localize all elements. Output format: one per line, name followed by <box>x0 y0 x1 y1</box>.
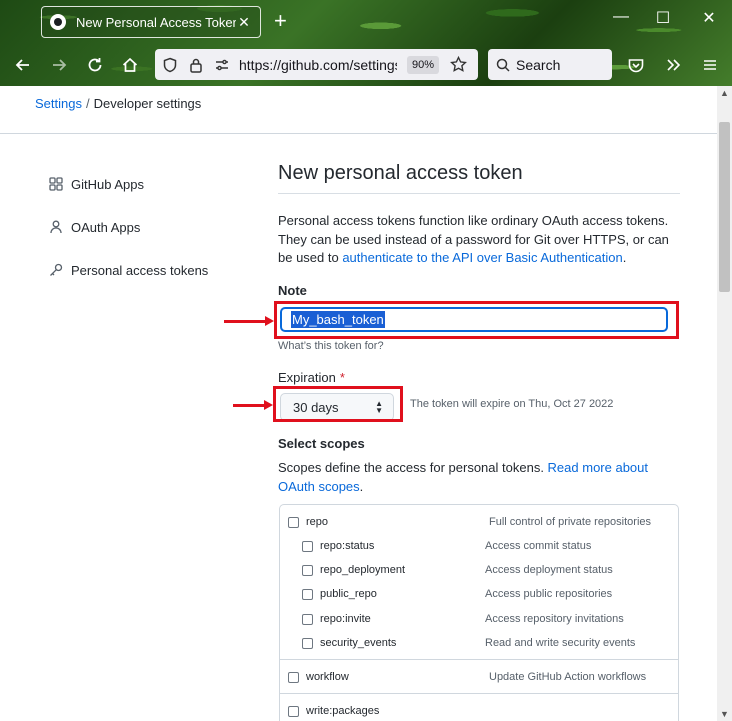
maximize-icon[interactable]: ☐ <box>648 8 678 28</box>
github-favicon-icon <box>50 14 66 30</box>
scope-row-write-packages[interactable]: write:packages <box>288 705 379 717</box>
zoom-level[interactable]: 90% <box>407 55 440 74</box>
annotation-arrow-icon <box>224 316 274 326</box>
basic-auth-link[interactable]: authenticate to the API over Basic Authe… <box>342 250 622 265</box>
scope-name: repo_deployment <box>320 564 406 576</box>
scope-row-repo-invite[interactable]: repo:invite <box>302 613 371 625</box>
home-icon[interactable] <box>117 52 143 78</box>
scopes-title: Select scopes <box>278 436 365 451</box>
shield-icon[interactable] <box>159 54 181 76</box>
key-icon <box>48 262 64 278</box>
minimize-icon[interactable]: — <box>606 8 636 26</box>
browser-tab[interactable]: New Personal Access Token ✕ <box>41 6 261 38</box>
scroll-thumb[interactable] <box>719 122 730 292</box>
sidebar-item-oauth-apps[interactable]: OAuth Apps <box>48 219 140 235</box>
scope-desc: Access deployment status <box>485 564 613 576</box>
scroll-up-icon[interactable]: ▲ <box>717 88 732 98</box>
scope-checkbox[interactable] <box>302 588 313 600</box>
annotation-note-box <box>274 301 679 339</box>
new-tab-icon[interactable]: + <box>274 9 287 33</box>
sidebar-item-github-apps[interactable]: GitHub Apps <box>48 176 144 192</box>
scope-name: workflow <box>306 671 349 683</box>
pocket-icon[interactable] <box>623 52 649 78</box>
scope-group-divider <box>280 659 678 660</box>
url-text[interactable]: https://github.com/settings/tokens/new <box>239 57 397 73</box>
sidebar-item-label: OAuth Apps <box>71 219 141 235</box>
page-content: Settings / Developer settings GitHub Apps … <box>0 86 717 721</box>
token-description: Personal access tokens function like ord… <box>278 212 680 268</box>
tab-close-icon[interactable]: ✕ <box>236 14 252 31</box>
scope-checkbox[interactable] <box>288 516 299 528</box>
forward-icon[interactable] <box>46 52 72 78</box>
scope-row-security-events[interactable]: security_events <box>302 637 396 649</box>
scroll-down-icon[interactable]: ▼ <box>717 709 732 719</box>
scope-name: repo <box>306 516 329 528</box>
back-icon[interactable] <box>10 52 36 78</box>
breadcrumb-bar: Settings / Developer settings <box>0 86 717 134</box>
breadcrumb-separator: / <box>85 96 90 111</box>
sidebar-item-label: Personal access tokens <box>71 262 209 278</box>
breadcrumb: Settings / Developer settings <box>35 96 201 111</box>
annotation-arrow-icon <box>233 400 273 410</box>
scope-checkbox[interactable] <box>302 540 313 552</box>
scope-checkbox[interactable] <box>302 564 313 576</box>
scope-desc: Update GitHub Action workflows <box>489 671 647 683</box>
apps-grid-icon <box>48 176 64 192</box>
scope-row-workflow[interactable]: workflow <box>288 671 349 683</box>
scope-group-divider <box>280 693 678 694</box>
browser-chrome: New Personal Access Token ✕ + — ☐ ✕ http… <box>0 0 732 86</box>
scopes-desc-end: . <box>359 479 364 494</box>
scope-row-public-repo[interactable]: public_repo <box>302 588 377 600</box>
permissions-icon[interactable] <box>211 54 233 76</box>
expiration-label-text: Expiration <box>278 370 336 385</box>
scope-desc: Access repository invitations <box>485 613 624 625</box>
scope-row-repo[interactable]: repo <box>288 516 328 528</box>
search-placeholder: Search <box>516 56 561 73</box>
scope-name: public_repo <box>320 588 377 600</box>
scope-checkbox[interactable] <box>288 705 299 717</box>
lock-icon[interactable] <box>185 54 207 76</box>
scope-desc: Access public repositories <box>485 588 613 600</box>
description-end: . <box>622 250 627 265</box>
url-bar[interactable]: https://github.com/settings/tokens/new 9… <box>155 49 478 80</box>
hamburger-menu-icon[interactable] <box>697 52 723 78</box>
scopes-description: Scopes define the access for personal to… <box>278 458 680 496</box>
note-hint: What’s this token for? <box>278 340 384 352</box>
close-window-icon[interactable]: ✕ <box>694 8 724 28</box>
search-icon <box>496 58 510 72</box>
scope-row-repo-deployment[interactable]: repo_deployment <box>302 564 405 576</box>
breadcrumb-current: Developer settings <box>93 96 202 111</box>
tab-title: New Personal Access Token <box>76 14 236 30</box>
scope-desc: Read and write security events <box>485 637 636 649</box>
extensions-overflow-icon[interactable] <box>660 52 686 78</box>
scope-desc: Access commit status <box>485 540 592 552</box>
breadcrumb-settings-link[interactable]: Settings <box>35 96 82 111</box>
expiration-label: Expiration * <box>278 370 345 385</box>
search-bar[interactable]: Search <box>488 49 612 80</box>
expiration-note: The token will expire on Thu, Oct 27 202… <box>410 398 614 410</box>
person-icon <box>48 219 64 235</box>
page-scrollbar[interactable]: ▲ ▼ <box>717 86 732 721</box>
scope-checkbox[interactable] <box>288 671 299 683</box>
annotation-expiration-box <box>273 386 403 422</box>
scope-checkbox[interactable] <box>302 613 313 625</box>
scope-row-repo-status[interactable]: repo:status <box>302 540 374 552</box>
reload-icon[interactable] <box>82 52 108 78</box>
scope-name: security_events <box>320 637 397 649</box>
scope-checkbox[interactable] <box>302 637 313 649</box>
bookmark-star-icon[interactable] <box>447 54 469 76</box>
scope-name: repo:invite <box>320 613 371 625</box>
sidebar-item-personal-access-tokens[interactable]: Personal access tokens <box>48 262 208 278</box>
page-title: New personal access token <box>278 162 680 194</box>
scope-desc: Full control of private repositories <box>489 516 652 528</box>
sidebar-item-label: GitHub Apps <box>71 176 144 192</box>
scope-name: write:packages <box>306 705 380 717</box>
note-label: Note <box>278 283 307 298</box>
required-asterisk: * <box>339 370 345 385</box>
scopes-table: repo Full control of private repositorie… <box>279 504 679 721</box>
scopes-desc-text: Scopes define the access for personal to… <box>278 460 548 475</box>
scope-name: repo:status <box>320 540 375 552</box>
